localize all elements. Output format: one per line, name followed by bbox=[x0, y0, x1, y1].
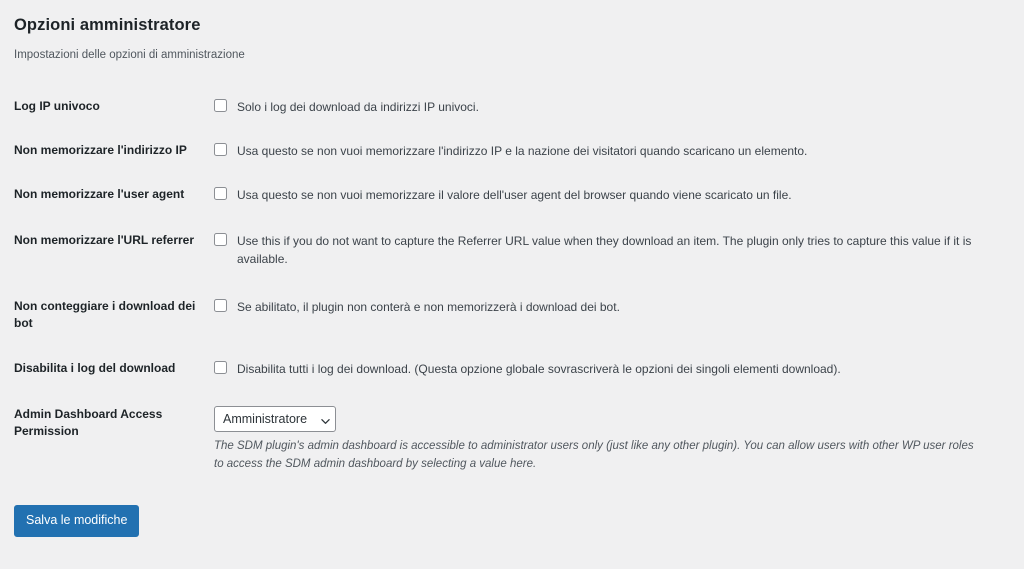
table-row: Non memorizzare l'user agent Usa questo … bbox=[14, 173, 1022, 217]
no-count-bot-downloads-checkbox[interactable] bbox=[214, 299, 227, 313]
row-field-no-store-ip: Usa questo se non vuoi memorizzare l'ind… bbox=[214, 129, 1022, 173]
page-subtitle: Impostazioni delle opzioni di amministra… bbox=[14, 49, 245, 62]
no-store-user-agent-checkbox[interactable] bbox=[214, 187, 227, 201]
table-row: Non memorizzare l'indirizzo IP Usa quest… bbox=[14, 129, 1022, 173]
table-row: Log IP univoco Solo i log dei download d… bbox=[14, 85, 1022, 129]
admin-options-page: Opzioni amministratore Impostazioni dell… bbox=[0, 0, 1024, 569]
row-field-no-store-user-agent: Usa questo se non vuoi memorizzare il va… bbox=[214, 173, 1022, 217]
row-label-no-store-ip: Non memorizzare l'indirizzo IP bbox=[14, 143, 187, 158]
page-title: Opzioni amministratore bbox=[14, 16, 201, 34]
admin-options-form-table: Log IP univoco Solo i log dei download d… bbox=[14, 85, 1022, 489]
disable-download-logs-checkbox[interactable] bbox=[214, 361, 227, 375]
no-store-referrer-url-checkbox-label[interactable]: Use this if you do not want to capture t… bbox=[214, 232, 1012, 268]
no-count-bot-downloads-checkbox-label[interactable]: Se abilitato, il plugin non conterà e no… bbox=[214, 298, 1012, 316]
table-row: Non memorizzare l'URL referrer Use this … bbox=[14, 217, 1022, 283]
unique-ip-log-checkbox[interactable] bbox=[214, 99, 227, 113]
table-row: Admin Dashboard Access Permission Ammini… bbox=[14, 391, 1022, 489]
unique-ip-log-checkbox-label[interactable]: Solo i log dei download da indirizzi IP … bbox=[214, 98, 1012, 116]
table-row: Non conteggiare i download dei bot Se ab… bbox=[14, 283, 1022, 347]
admin-dashboard-access-permission-select[interactable]: Amministratore bbox=[214, 406, 336, 433]
submit-wrap: Salva le modifiche bbox=[14, 505, 1024, 537]
row-field-unique-ip-log: Solo i log dei download da indirizzi IP … bbox=[214, 85, 1022, 129]
admin-dashboard-access-permission-help: The SDM plugin's admin dashboard is acce… bbox=[214, 440, 974, 471]
table-row: Disabilita i log del download Disabilita… bbox=[14, 347, 1022, 391]
no-store-referrer-url-checkbox[interactable] bbox=[214, 233, 227, 247]
row-label-admin-dashboard-access-permission: Admin Dashboard Access Permission bbox=[14, 407, 163, 439]
row-label-unique-ip-log: Log IP univoco bbox=[14, 99, 100, 114]
row-field-no-count-bot-downloads: Se abilitato, il plugin non conterà e no… bbox=[214, 283, 1022, 347]
row-label-no-store-user-agent: Non memorizzare l'user agent bbox=[14, 187, 185, 202]
row-field-disable-download-logs: Disabilita tutti i log dei download. (Qu… bbox=[214, 347, 1022, 391]
admin-dashboard-access-permission-select-wrap: Amministratore bbox=[214, 406, 336, 433]
row-field-no-store-referrer-url: Use this if you do not want to capture t… bbox=[214, 217, 1022, 283]
row-label-no-store-referrer-url: Non memorizzare l'URL referrer bbox=[14, 233, 195, 248]
no-store-user-agent-description: Usa questo se non vuoi memorizzare il va… bbox=[237, 188, 792, 203]
row-field-admin-dashboard-access-permission: Amministratore The SDM plugin's admin da… bbox=[214, 391, 1022, 489]
unique-ip-log-description: Solo i log dei download da indirizzi IP … bbox=[237, 100, 479, 115]
disable-download-logs-description: Disabilita tutti i log dei download. (Qu… bbox=[237, 362, 841, 377]
row-label-disable-download-logs: Disabilita i log del download bbox=[14, 361, 176, 376]
no-store-ip-checkbox-label[interactable]: Usa questo se non vuoi memorizzare l'ind… bbox=[214, 142, 1012, 160]
save-changes-button[interactable]: Salva le modifiche bbox=[14, 505, 140, 537]
no-store-ip-checkbox[interactable] bbox=[214, 143, 227, 157]
no-store-referrer-url-description: Use this if you do not want to capture t… bbox=[237, 234, 972, 267]
no-store-ip-description: Usa questo se non vuoi memorizzare l'ind… bbox=[237, 144, 808, 159]
no-count-bot-downloads-description: Se abilitato, il plugin non conterà e no… bbox=[237, 300, 620, 315]
disable-download-logs-checkbox-label[interactable]: Disabilita tutti i log dei download. (Qu… bbox=[214, 360, 1012, 378]
row-label-no-count-bot-downloads: Non conteggiare i download dei bot bbox=[14, 299, 196, 331]
no-store-user-agent-checkbox-label[interactable]: Usa questo se non vuoi memorizzare il va… bbox=[214, 186, 1012, 204]
